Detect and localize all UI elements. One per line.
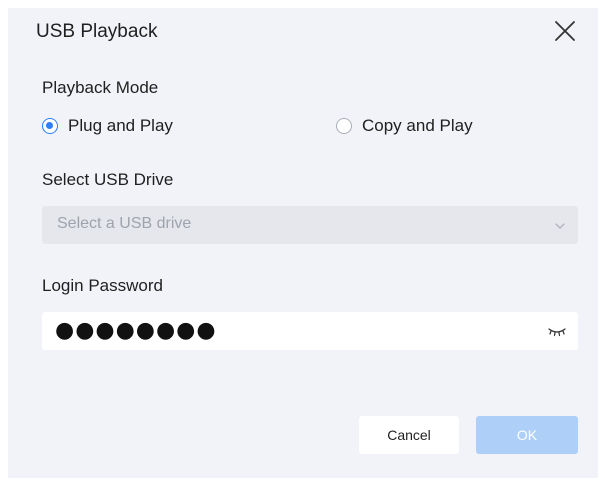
usb-playback-dialog: USB Playback Playback Mode Plug and Play… xyxy=(8,8,598,478)
radio-button-checked[interactable] xyxy=(42,118,58,134)
cancel-button[interactable]: Cancel xyxy=(359,416,459,454)
ok-button[interactable]: OK xyxy=(476,416,578,454)
dialog-title: USB Playback xyxy=(36,21,158,42)
radio-label-plug-and-play: Plug and Play xyxy=(68,116,173,135)
chevron-down-icon xyxy=(554,219,566,231)
radio-plug-and-play[interactable]: Plug and Play xyxy=(42,116,173,136)
radio-copy-and-play[interactable]: Copy and Play xyxy=(336,116,473,136)
usb-drive-select[interactable]: Select a USB drive xyxy=(42,206,578,244)
password-masked-value: ●●●●●●●● xyxy=(55,318,217,343)
select-usb-drive-label: Select USB Drive xyxy=(42,170,174,189)
playback-mode-label: Playback Mode xyxy=(42,78,159,97)
password-field[interactable]: ●●●●●●●● xyxy=(42,312,578,350)
close-icon[interactable] xyxy=(552,18,578,44)
radio-button-unchecked[interactable] xyxy=(336,118,352,134)
eye-closed-icon[interactable] xyxy=(548,324,566,338)
radio-label-copy-and-play: Copy and Play xyxy=(362,116,473,135)
usb-drive-placeholder: Select a USB drive xyxy=(57,215,192,232)
login-password-label: Login Password xyxy=(42,276,163,295)
